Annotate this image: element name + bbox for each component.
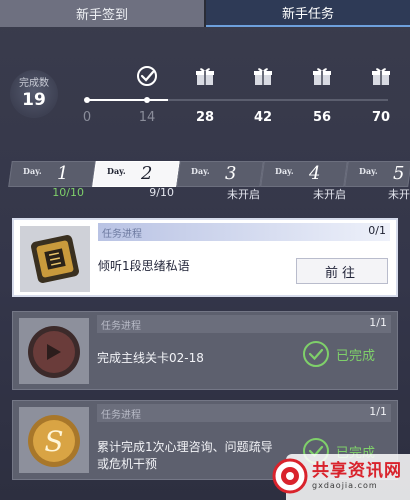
tab-newbie-tasks[interactable]: 新手任务 — [206, 0, 410, 27]
day-tab-2[interactable]: Day. 2 — [92, 161, 180, 187]
watermark-logo-icon — [272, 458, 308, 494]
task-description-line: 或危机干预 — [97, 457, 158, 471]
tab-newbie-signin[interactable]: 新手签到 — [0, 0, 204, 27]
gift-icon — [372, 68, 390, 85]
milestone-value: 28 — [195, 110, 215, 125]
task-description-line: 累计完成1次心理咨询、问题疏导 — [97, 440, 273, 454]
day-number: 1 — [57, 163, 69, 184]
check-circle-icon — [302, 341, 329, 367]
day-word: Day. — [191, 166, 210, 176]
day-number: 4 — [309, 163, 321, 184]
check-circle-icon — [137, 66, 157, 86]
goto-button[interactable]: 前往 — [296, 258, 388, 284]
day-status: 9/10 — [149, 186, 174, 199]
task-item-thumbnail — [20, 226, 90, 292]
day-status: 10/10 — [52, 186, 84, 199]
day-word: Day. — [275, 166, 294, 176]
task-header: 任务进程 0/1 — [98, 223, 390, 241]
task-description: 累计完成1次心理咨询、问题疏导 或危机干预 — [97, 439, 273, 473]
gold-coin-icon: S — [19, 407, 89, 473]
completion-count-badge: 完成数 19 — [10, 70, 58, 118]
coin-item-icon — [19, 318, 89, 384]
task-card: 任务进程 1/1 完成主线关卡02-18 已完成 — [12, 311, 398, 390]
gift-icon — [196, 68, 214, 85]
completed-label: 已完成 — [335, 348, 375, 364]
day-word: Day. — [359, 166, 378, 176]
watermark-title: 共享资讯网 — [312, 461, 402, 481]
day-tab-1[interactable]: Day. 1 — [8, 161, 96, 187]
day-tab-3[interactable]: Day. 3 — [176, 161, 264, 187]
milestone-value: 0 — [82, 110, 92, 125]
day-number: 5 — [393, 163, 405, 184]
task-header-label: 任务进程 — [102, 229, 142, 240]
day-number: 3 — [225, 163, 237, 184]
milestone-value: 70 — [371, 110, 391, 125]
day-status: 未开启 — [227, 188, 260, 201]
milestone-14[interactable] — [127, 65, 167, 91]
milestone-28[interactable] — [185, 65, 225, 91]
task-description: 倾听1段思绪私语 — [98, 259, 190, 273]
progress-track-fill — [86, 99, 168, 101]
gift-icon — [313, 68, 331, 85]
milestone-value: 14 — [138, 110, 156, 125]
site-watermark: 共享资讯网 gxdaojia.com — [272, 458, 402, 494]
task-header: 任务进程 1/1 — [97, 404, 391, 422]
task-progress-count: 1/1 — [369, 316, 387, 329]
task-completed-indicator: 已完成 — [302, 340, 375, 368]
task-item-thumbnail: S — [19, 407, 89, 473]
task-header-label: 任务进程 — [101, 410, 141, 421]
gift-icon — [254, 68, 272, 85]
progress-start-dot — [84, 97, 90, 103]
progress-current-dot — [144, 97, 150, 103]
day-tab-4[interactable]: Day. 4 — [260, 161, 348, 187]
task-header-label: 任务进程 — [101, 321, 141, 332]
task-item-thumbnail — [19, 318, 89, 384]
watermark-url: gxdaojia.com — [312, 481, 378, 490]
task-card: 任务进程 0/1 倾听1段思绪私语 前往 — [12, 218, 398, 297]
task-progress-count: 0/1 — [368, 224, 386, 237]
completion-count: 19 — [22, 90, 46, 110]
svg-text:S: S — [44, 425, 63, 458]
task-header: 任务进程 1/1 — [97, 315, 391, 333]
task-description: 完成主线关卡02-18 — [97, 351, 204, 365]
day-number: 2 — [141, 163, 153, 184]
day-word: Day. — [107, 166, 126, 176]
task-progress-count: 1/1 — [369, 405, 387, 418]
tab-bar: 新手签到 新手任务 — [0, 0, 410, 27]
day-word: Day. — [23, 166, 42, 176]
day-status: 未开 — [388, 188, 410, 201]
milestone-42[interactable] — [243, 65, 283, 91]
completion-label: 完成数 — [19, 78, 49, 89]
milestone-70[interactable] — [361, 65, 401, 91]
milestone-value: 42 — [253, 110, 273, 125]
milestone-value: 56 — [312, 110, 332, 125]
chip-item-icon — [20, 226, 90, 292]
milestone-56[interactable] — [302, 65, 342, 91]
day-tab-5[interactable]: Day. 5 — [344, 161, 410, 187]
